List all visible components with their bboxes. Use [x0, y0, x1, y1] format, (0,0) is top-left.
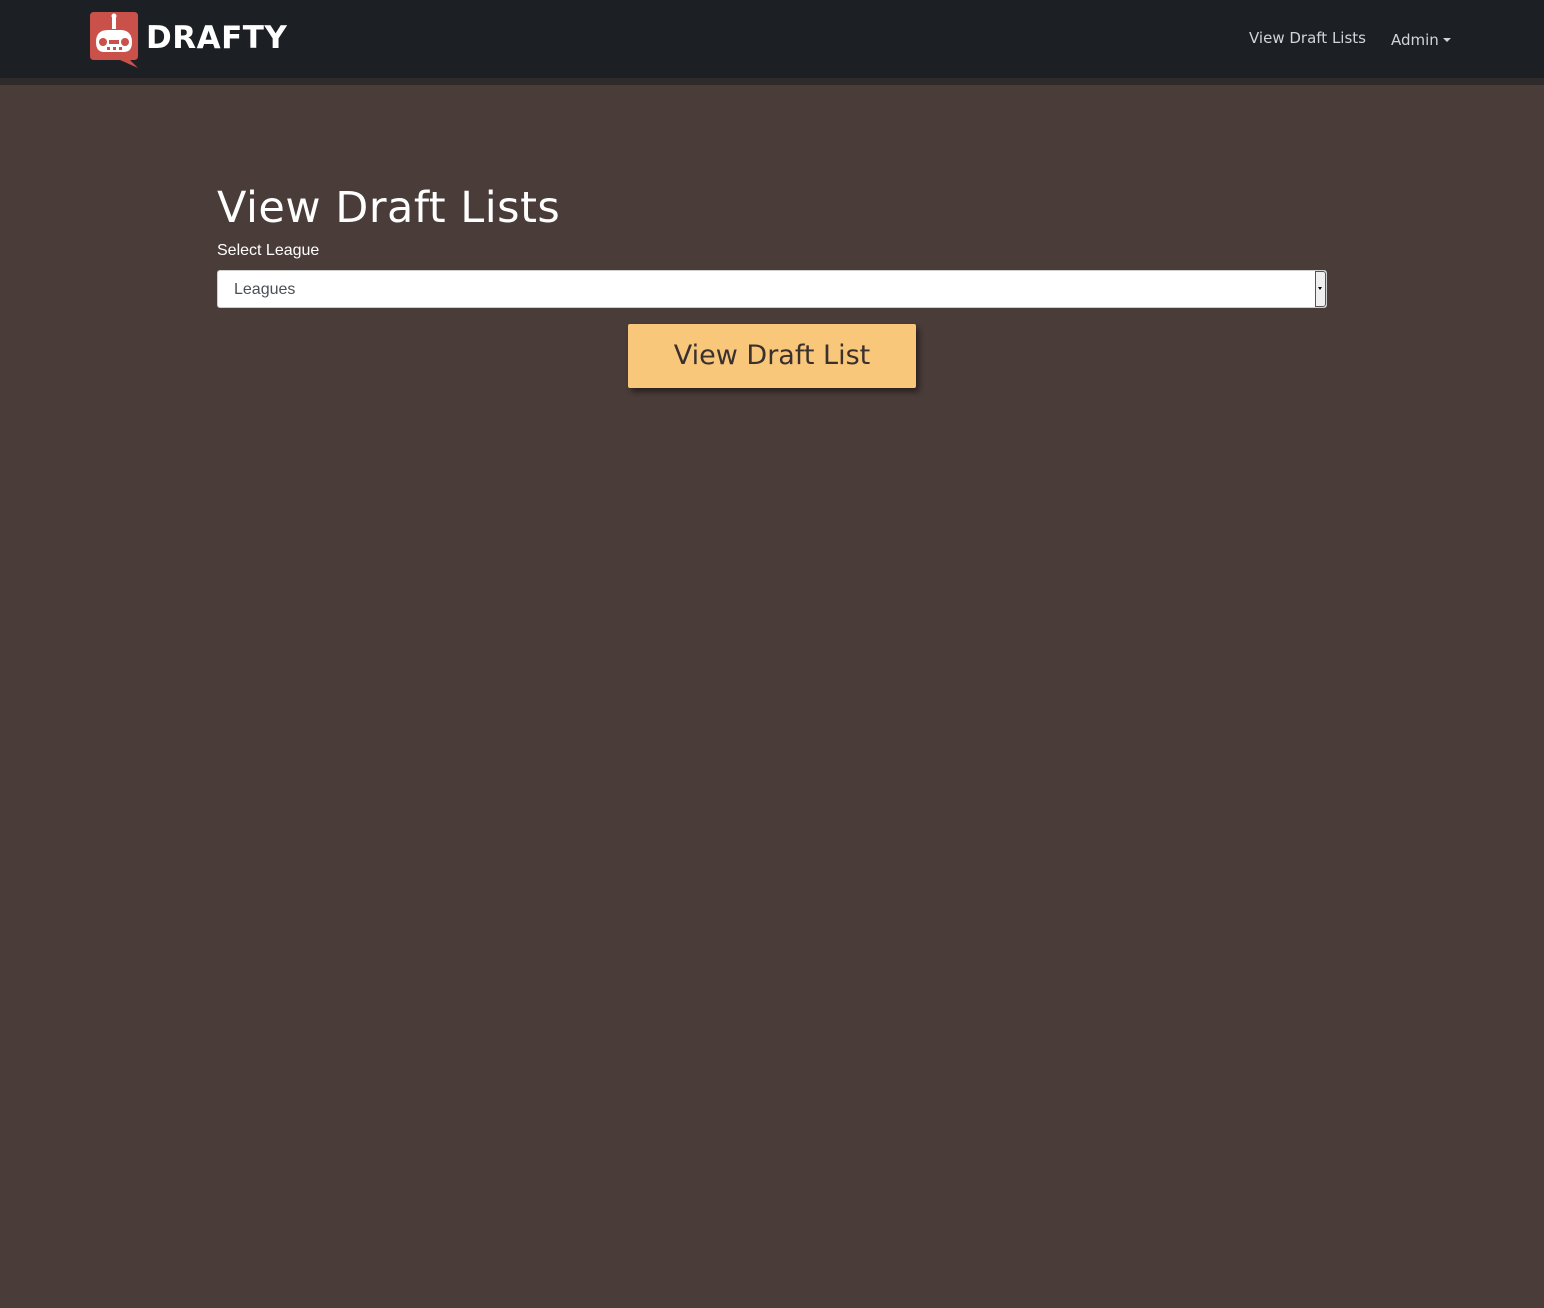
- page-title: View Draft Lists: [217, 183, 561, 233]
- league-select[interactable]: Leagues: [217, 270, 1327, 308]
- caret-down-icon: [1442, 38, 1451, 42]
- nav-admin-label: Admin: [1391, 31, 1439, 49]
- top-navbar: DRAFTY View Draft Lists Admin: [0, 0, 1544, 85]
- nav-link-view-draft-lists[interactable]: View Draft Lists: [1249, 27, 1366, 49]
- nav-dropdown-admin[interactable]: Admin: [1391, 29, 1451, 51]
- brand-name: DRAFTY: [146, 20, 288, 56]
- view-draft-list-button[interactable]: View Draft List: [628, 324, 916, 388]
- brand-link[interactable]: DRAFTY: [90, 12, 287, 68]
- league-select-value: Leagues: [234, 281, 296, 298]
- dropdown-arrow-icon[interactable]: [1315, 271, 1326, 307]
- select-league-label: Select League: [217, 242, 320, 259]
- controller-chat-logo-icon: [90, 12, 138, 68]
